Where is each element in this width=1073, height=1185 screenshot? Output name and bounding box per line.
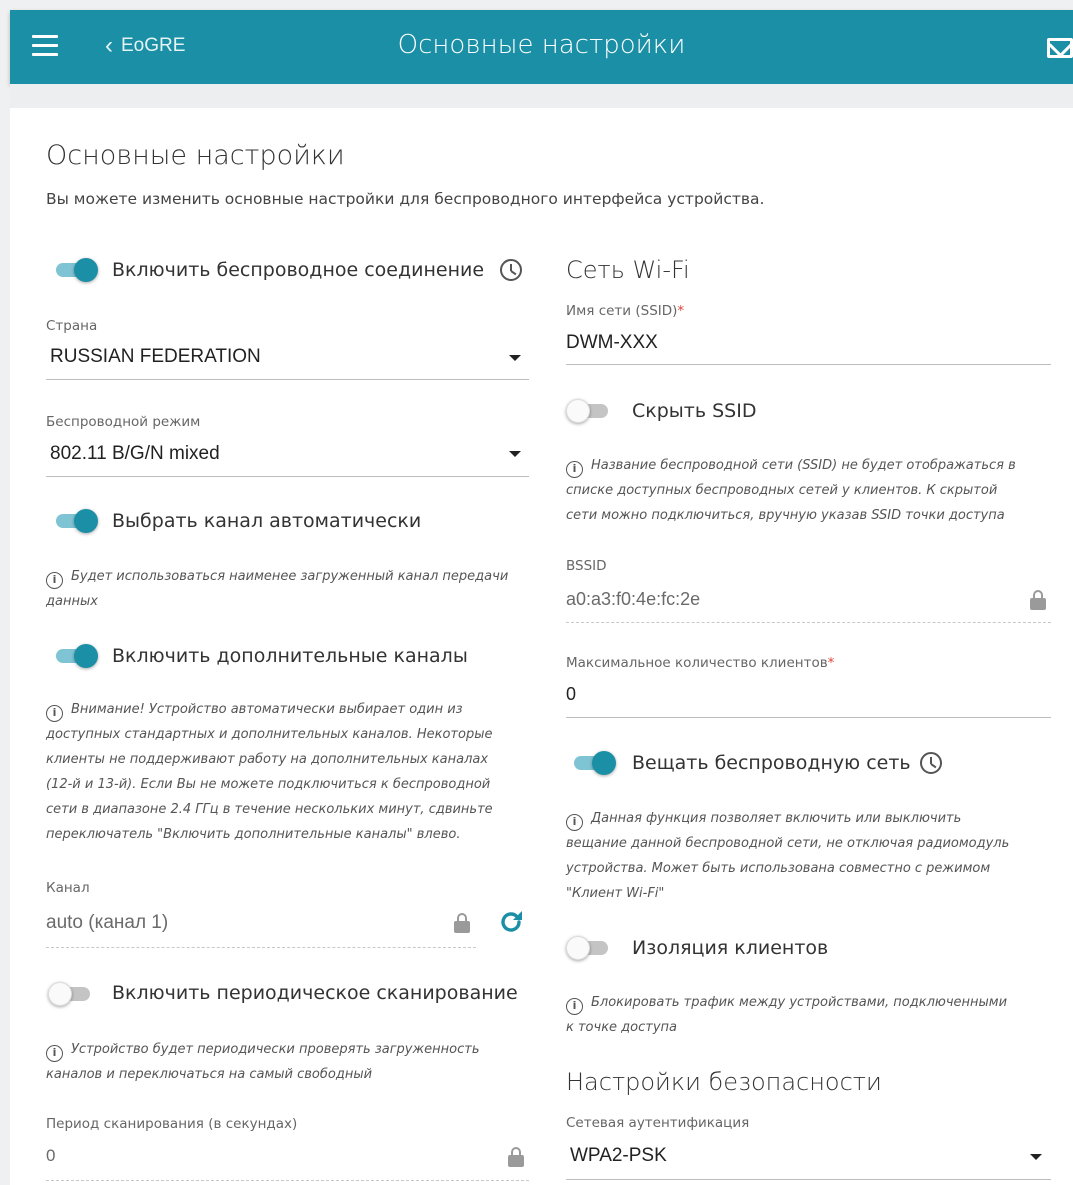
isolation-toggle[interactable] (566, 936, 612, 960)
info-icon: i (46, 705, 63, 722)
info-icon: i (46, 1045, 63, 1062)
extra-channels-label: Включить дополнительные каналы (112, 645, 468, 667)
page-title: Основные настройки (397, 30, 686, 60)
lock-icon (508, 1147, 524, 1167)
bssid-underline (566, 622, 1051, 623)
clock-icon[interactable] (920, 752, 942, 774)
mode-underline (46, 476, 529, 477)
enable-wireless-toggle[interactable] (52, 258, 98, 282)
periodic-scan-note: i Устройство будет периодически проверять… (46, 1042, 480, 1082)
channel-label: Канал (46, 880, 90, 896)
max-clients-label: Максимальное количество клиентов* (566, 655, 835, 671)
scan-period-underline (46, 1180, 529, 1181)
top-bar: ‹ EoGRE Основные настройки (10, 10, 1073, 84)
periodic-scan-label: Включить периодическое сканирование (112, 982, 518, 1004)
extra-channels-note: i Внимание! Устройство автоматически выби… (46, 702, 493, 842)
mail-icon[interactable] (1047, 38, 1073, 58)
section-heading: Основные настройки (46, 140, 345, 171)
country-label: Страна (46, 318, 98, 334)
auth-label: Сетевая аутентификация (566, 1115, 750, 1131)
isolation-label: Изоляция клиентов (632, 937, 829, 959)
bssid-value: a0:a3:f0:4e:fc:2e (566, 589, 701, 609)
auto-channel-label: Выбрать канал автоматически (112, 510, 422, 532)
periodic-scan-toggle[interactable] (48, 982, 94, 1006)
isolation-note: i Блокировать трафик между устройствами, … (566, 995, 1008, 1035)
lock-icon (1030, 590, 1046, 610)
broadcast-note: i Данная функция позволяет включить или в… (566, 811, 1010, 901)
hide-ssid-label: Скрыть SSID (632, 400, 757, 422)
channel-underline (46, 947, 476, 948)
broadcast-toggle[interactable] (570, 751, 616, 775)
info-icon: i (46, 572, 63, 589)
mode-label: Беспроводной режим (46, 414, 201, 430)
section-description: Вы можете изменить основные настройки дл… (46, 190, 765, 208)
auth-select[interactable]: WPA2-PSK (570, 1145, 667, 1167)
scan-period-value: 0 (46, 1146, 56, 1165)
max-clients-input[interactable]: 0 (566, 684, 576, 705)
auth-underline (566, 1179, 1051, 1180)
extra-channels-toggle[interactable] (52, 644, 98, 668)
info-icon: i (566, 998, 583, 1015)
lock-icon (454, 913, 470, 933)
clock-icon[interactable] (500, 259, 522, 281)
caret-down-icon[interactable] (509, 451, 521, 457)
ssid-input[interactable]: DWM-XXX (566, 332, 658, 354)
security-heading: Настройки безопасности (566, 1068, 882, 1096)
ssid-label: Имя сети (SSID)* (566, 303, 685, 319)
sub-strip (10, 84, 1073, 108)
caret-down-icon[interactable] (1030, 1154, 1042, 1160)
broadcast-label: Вещать беспроводную сеть (632, 752, 911, 774)
hide-ssid-note: i Название беспроводной сети (SSID) не бу… (566, 458, 1016, 523)
country-select[interactable]: RUSSIAN FEDERATION (50, 346, 261, 368)
auto-channel-note: i Будет использоваться наименее загруженн… (46, 569, 509, 609)
mode-select[interactable]: 802.11 B/G/N mixed (50, 443, 220, 465)
info-icon: i (566, 461, 583, 478)
enable-wireless-label: Включить беспроводное соединение (112, 259, 485, 281)
scan-period-label: Период сканирования (в секундах) (46, 1116, 298, 1132)
auto-channel-toggle[interactable] (52, 509, 98, 533)
channel-value: auto (канал 1) (46, 912, 169, 933)
info-icon: i (566, 814, 583, 831)
bssid-label: BSSID (566, 558, 607, 574)
max-clients-underline (566, 717, 1051, 718)
ssid-underline (566, 364, 1051, 365)
refresh-icon[interactable] (498, 909, 524, 935)
country-underline (46, 379, 529, 380)
caret-down-icon[interactable] (509, 355, 521, 361)
hide-ssid-toggle[interactable] (566, 399, 612, 423)
wifi-heading: Сеть Wi-Fi (566, 256, 690, 284)
